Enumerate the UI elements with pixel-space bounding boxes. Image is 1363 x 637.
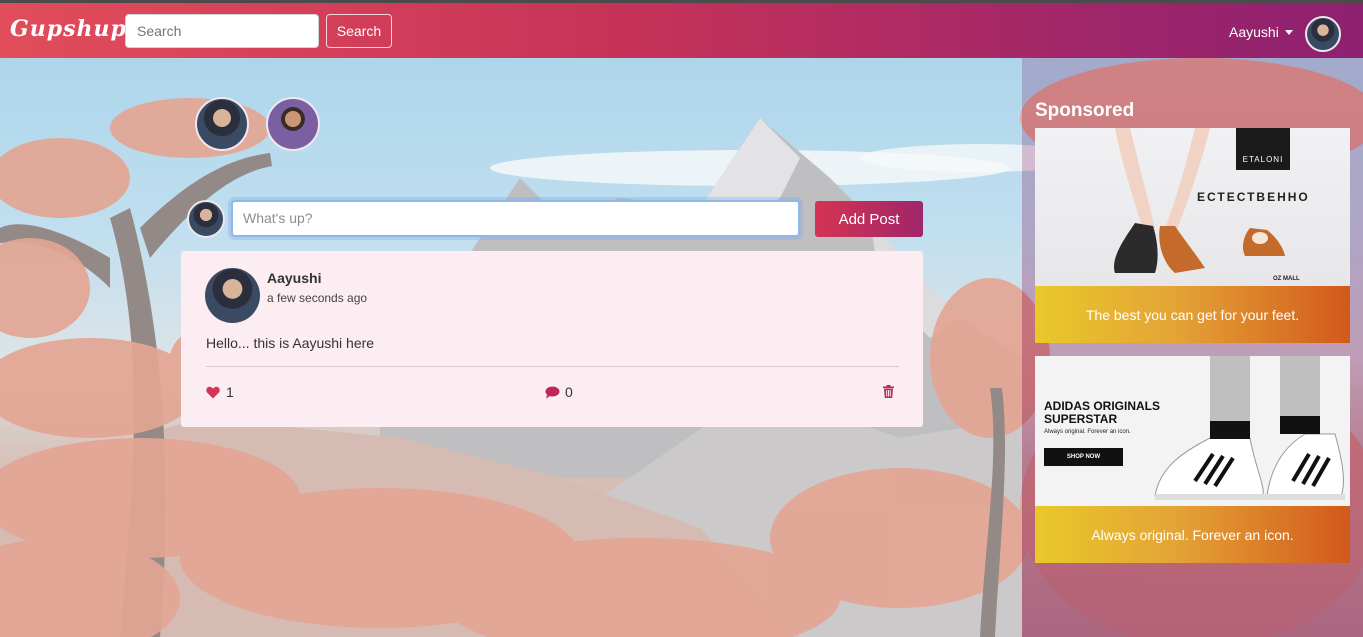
comment-button[interactable]: 0 [545, 384, 573, 400]
post-card: Aayushi a few seconds ago Hello... this … [181, 251, 923, 427]
comment-count: 0 [565, 384, 573, 400]
ad-tagline: Always original. Forever an icon. [1044, 429, 1131, 435]
post-author-avatar[interactable] [205, 268, 260, 323]
comment-icon [545, 386, 560, 398]
ad-image-shoes[interactable]: ETALONI ЕСТЕСТВЕННО OZ MALL [1035, 128, 1350, 286]
user-menu-label: Aayushi [1229, 24, 1279, 40]
story-avatar-2[interactable] [266, 97, 320, 151]
composer-avatar [187, 200, 225, 238]
ad-card[interactable]: ETALONI ЕСТЕСТВЕННО OZ MALL The best you… [1035, 128, 1350, 343]
ad-shop-now-button[interactable]: SHOP NOW [1044, 448, 1123, 466]
like-count: 1 [226, 384, 234, 400]
post-divider [206, 366, 899, 367]
post-text: Hello... this is Aayushi here [206, 335, 375, 351]
caret-down-icon [1284, 29, 1293, 35]
sponsored-title: Sponsored [1035, 100, 1135, 121]
search-button[interactable]: Search [326, 14, 392, 48]
shoe-illustration [1114, 128, 1285, 273]
ad-caption[interactable]: The best you can get for your feet. [1035, 286, 1350, 343]
sponsored-sidebar: Sponsored ETALONI ЕСТЕСТВЕННО OZ MALL Th… [1022, 58, 1363, 637]
ad-caption[interactable]: Always original. Forever an icon. [1035, 506, 1350, 563]
ad-brand-logo: ETALONI [1236, 128, 1290, 170]
story-avatar-1[interactable] [195, 97, 249, 151]
trash-icon [883, 385, 894, 398]
navbar: Gupshup Search Aayushi [0, 0, 1363, 58]
post-author-name[interactable]: Aayushi [267, 270, 321, 286]
add-post-button[interactable]: Add Post [815, 201, 923, 237]
ad-subtext: OZ MALL [1273, 276, 1300, 282]
brand-logo[interactable]: Gupshup [10, 16, 127, 42]
heart-icon [206, 386, 220, 398]
ad-headline: ЕСТЕСТВЕННО [1197, 190, 1310, 204]
post-timestamp: a few seconds ago [267, 291, 368, 305]
ad-card[interactable]: ADIDAS ORIGINALS SUPERSTAR Always origin… [1035, 356, 1350, 563]
user-avatar[interactable] [1305, 16, 1341, 52]
ad-headline: ADIDAS ORIGINALS SUPERSTAR [1044, 399, 1161, 426]
delete-post-button[interactable] [883, 385, 894, 403]
user-menu-dropdown[interactable]: Aayushi [1229, 24, 1293, 40]
ad-image-sneakers[interactable]: ADIDAS ORIGINALS SUPERSTAR Always origin… [1035, 356, 1350, 506]
search-input[interactable] [125, 14, 319, 48]
like-button[interactable]: 1 [206, 384, 234, 400]
post-input[interactable] [231, 200, 800, 237]
